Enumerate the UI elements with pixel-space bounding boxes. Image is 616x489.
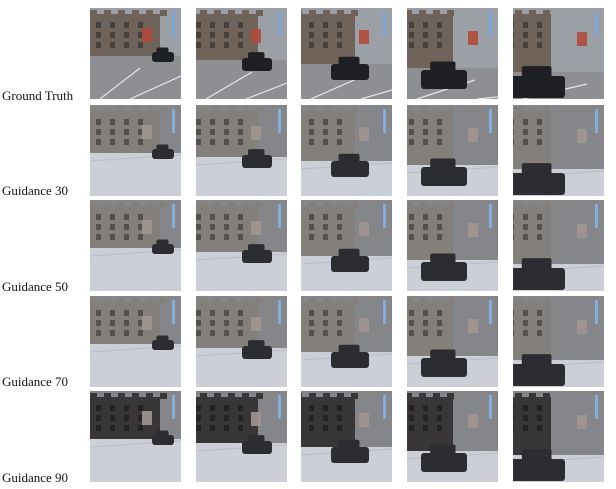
street-scene-illustration [301, 8, 392, 99]
street-scene-illustration [90, 296, 181, 387]
street-scene-illustration [196, 8, 287, 99]
street-scene-image [301, 8, 392, 99]
street-scene-image [301, 105, 392, 196]
row-label-1: Guidance 30 [2, 183, 69, 198]
street-scene-image [407, 391, 498, 482]
street-scene-image [90, 391, 181, 482]
street-scene-illustration [301, 391, 392, 482]
street-scene-image [196, 200, 287, 291]
street-scene-illustration [513, 105, 604, 196]
street-scene-illustration [301, 105, 392, 196]
street-scene-illustration [407, 200, 498, 291]
street-scene-image [513, 105, 604, 196]
street-scene-illustration [513, 391, 604, 482]
street-scene-illustration [90, 105, 181, 196]
street-scene-image [513, 391, 604, 482]
street-scene-image [196, 296, 287, 387]
street-scene-illustration [513, 200, 604, 291]
street-scene-image [90, 296, 181, 387]
street-scene-illustration [90, 391, 181, 482]
street-scene-illustration [407, 391, 498, 482]
street-scene-image [407, 105, 498, 196]
street-scene-image [196, 105, 287, 196]
street-scene-illustration [513, 296, 604, 387]
street-scene-illustration [513, 8, 604, 99]
street-scene-illustration [407, 8, 498, 99]
street-scene-illustration [301, 296, 392, 387]
street-scene-image [90, 105, 181, 196]
street-scene-illustration [196, 105, 287, 196]
street-scene-illustration [196, 296, 287, 387]
row-label-4: Guidance 90 [2, 470, 69, 485]
street-scene-image [301, 200, 392, 291]
figure-grid: Ground Truth Guidance 30 Guidance 50 Gui… [0, 0, 616, 489]
street-scene-illustration [90, 8, 181, 99]
street-scene-image [407, 200, 498, 291]
street-scene-illustration [90, 200, 181, 291]
street-scene-image [407, 8, 498, 99]
street-scene-illustration [301, 200, 392, 291]
row-label-3: Guidance 70 [2, 374, 69, 389]
street-scene-image [90, 200, 181, 291]
street-scene-image [513, 296, 604, 387]
street-scene-image [90, 8, 181, 99]
row-label-0: Ground Truth [2, 88, 74, 103]
street-scene-illustration [196, 391, 287, 482]
street-scene-illustration [407, 105, 498, 196]
street-scene-image [196, 8, 287, 99]
row-label-2: Guidance 50 [2, 279, 69, 294]
street-scene-image [196, 391, 287, 482]
street-scene-illustration [196, 200, 287, 291]
street-scene-image [301, 296, 392, 387]
street-scene-image [513, 200, 604, 291]
street-scene-image [407, 296, 498, 387]
street-scene-image [513, 8, 604, 99]
street-scene-image [301, 391, 392, 482]
street-scene-illustration [407, 296, 498, 387]
